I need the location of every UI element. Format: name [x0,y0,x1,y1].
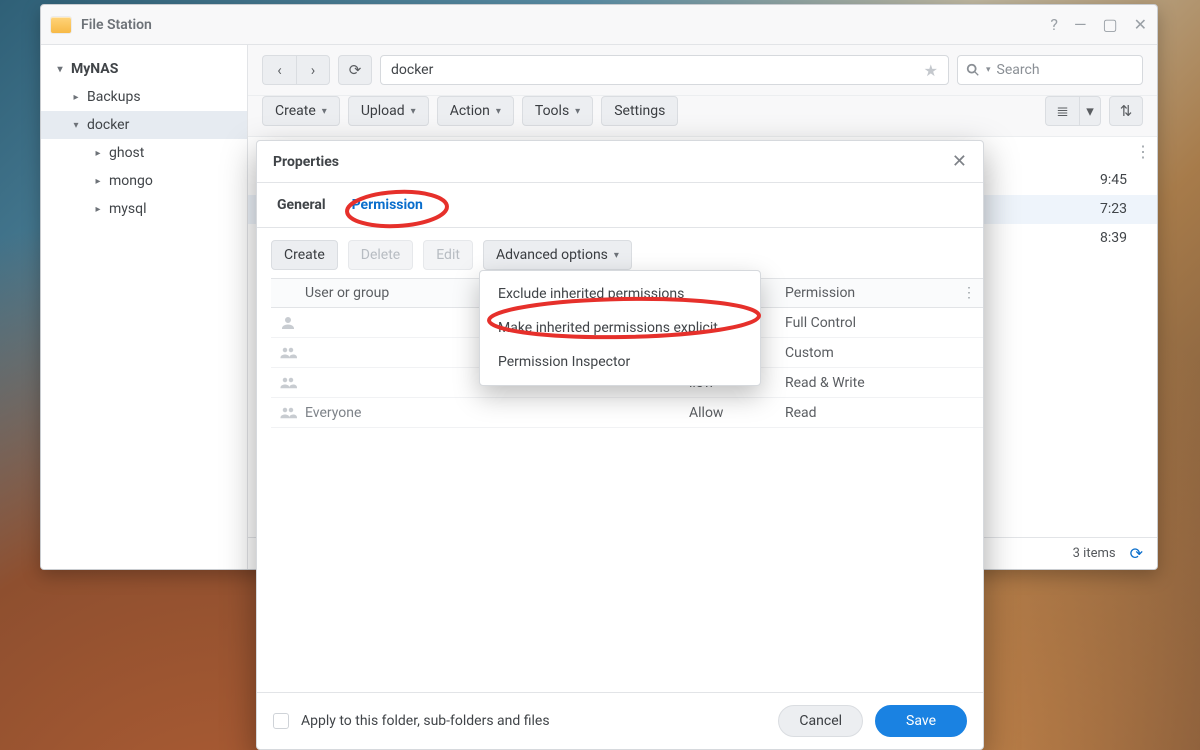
help-icon[interactable]: ? [1050,15,1058,34]
table-columns-menu-icon[interactable]: ⋮ [955,285,983,301]
create-button[interactable]: Create▾ [262,96,340,126]
tree-item-ghost[interactable]: ▸ ghost [41,139,247,167]
chevron-right-icon: ▸ [91,148,105,159]
reload-button[interactable]: ⟳ [338,55,372,85]
tree-root[interactable]: ▾ MyNAS [41,55,247,83]
tree-item-label: mongo [109,173,153,189]
tree-item-mongo[interactable]: ▸ mongo [41,167,247,195]
search-placeholder: Search [997,62,1040,78]
chevron-right-icon: ▸ [91,176,105,187]
tab-general[interactable]: General [275,183,328,227]
modified-time: 8:39 [1100,224,1127,252]
close-icon[interactable]: ✕ [1134,15,1147,34]
favorite-star-icon[interactable]: ★ [924,61,938,80]
user-icon [271,314,305,332]
sort-button[interactable]: ⇅ [1109,96,1143,126]
view-list-button[interactable]: ≣ [1045,96,1079,126]
group-icon [271,374,305,392]
modified-time: 7:23 [1100,195,1127,223]
col-permission: Permission [785,285,955,301]
tree-item-docker[interactable]: ▾ docker [41,111,247,139]
apply-recursive-label: Apply to this folder, sub-folders and fi… [301,713,550,729]
tree-item-label: docker [87,117,129,133]
forward-button[interactable]: › [296,55,330,85]
maximize-icon[interactable]: ▢ [1102,15,1117,34]
dialog-title: Properties [273,154,339,170]
minimize-icon[interactable]: — [1074,15,1087,34]
nav-toolbar: ‹ › ⟳ docker ★ ▾ Search [248,45,1157,96]
menu-permission-inspector[interactable]: Permission Inspector [480,345,760,379]
tree-item-label: mysql [109,201,147,217]
dialog-footer: Apply to this folder, sub-folders and fi… [257,692,983,749]
tree-item-label: ghost [109,145,144,161]
menu-make-explicit[interactable]: Make inherited permissions explicit [480,311,760,345]
tree-item-mysql[interactable]: ▸ mysql [41,195,247,223]
dialog-tabs: General Permission [257,183,983,228]
save-button[interactable]: Save [875,705,967,737]
menu-exclude-inherited[interactable]: Exclude inherited permissions [480,277,760,311]
cancel-button[interactable]: Cancel [778,705,863,737]
path-input[interactable]: docker ★ [380,55,949,85]
dialog-close-icon[interactable]: ✕ [952,151,967,172]
advanced-options-menu: Exclude inherited permissions Make inher… [479,270,761,386]
folder-tree: ▾ MyNAS ▸ Backups ▾ docker ▸ ghost ▸ mon… [41,45,248,569]
modified-time: 9:45 [1100,166,1127,194]
perm-edit-button: Edit [423,240,473,270]
search-icon [966,63,980,77]
tools-button[interactable]: Tools▾ [522,96,593,126]
perm-delete-button: Delete [348,240,413,270]
tab-permission[interactable]: Permission [350,183,425,227]
chevron-down-icon: ▾ [69,120,83,131]
back-button[interactable]: ‹ [262,55,296,85]
search-options-caret-icon[interactable]: ▾ [986,65,991,75]
properties-dialog: Properties ✕ General Permission Create D… [256,140,984,750]
tree-root-label: MyNAS [71,61,118,77]
item-count: 3 items [1073,546,1116,561]
search-input[interactable]: ▾ Search [957,55,1143,85]
titlebar: File Station ? — ▢ ✕ [41,5,1157,45]
refresh-icon[interactable]: ⟳ [1130,544,1143,563]
app-folder-icon [51,17,71,33]
action-button[interactable]: Action▾ [437,96,514,126]
permission-toolbar: Create Delete Edit Advanced options▾ Exc… [257,228,983,278]
tree-item-label: Backups [87,89,141,105]
permission-row[interactable]: Everyone Allow Read [271,398,983,428]
view-options-button[interactable]: ▾ [1079,96,1101,126]
chevron-right-icon: ▸ [91,204,105,215]
app-title: File Station [81,17,152,33]
path-text: docker [391,62,433,78]
group-icon [271,344,305,362]
tree-item-backups[interactable]: ▸ Backups [41,83,247,111]
chevron-down-icon: ▾ [53,64,67,75]
apply-recursive-checkbox[interactable] [273,713,289,729]
chevron-right-icon: ▸ [69,92,83,103]
upload-button[interactable]: Upload▾ [348,96,429,126]
advanced-options-button[interactable]: Advanced options▾ [483,240,632,270]
columns-menu-icon[interactable]: ⋮ [1135,142,1151,161]
settings-button[interactable]: Settings [601,96,678,126]
action-toolbar: Create▾ Upload▾ Action▾ Tools▾ Settings … [248,96,1157,137]
perm-create-button[interactable]: Create [271,240,338,270]
group-icon [271,404,305,422]
